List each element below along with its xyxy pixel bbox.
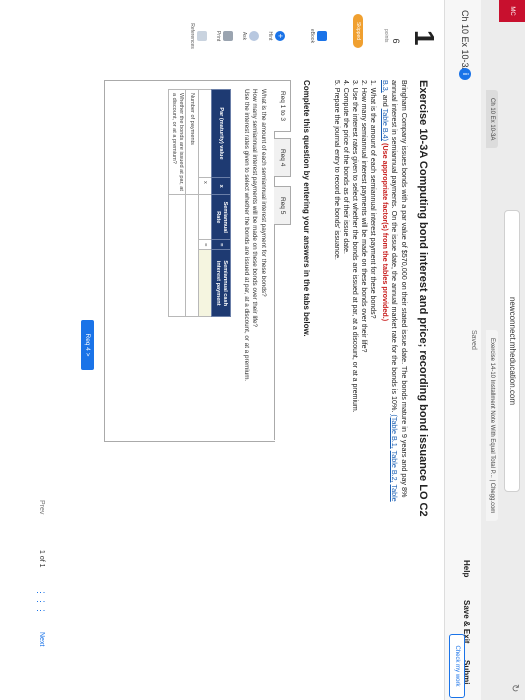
question-number: 1 — [409, 30, 440, 46]
chapter-title: Ch 10 Ex 10-3A — [460, 10, 470, 74]
tab-req-5[interactable]: Req 5 — [274, 186, 291, 226]
ask-label: Ask — [241, 31, 247, 41]
issue-type-label: Whether the bonds are issued at par, at … — [168, 89, 186, 195]
ask-button[interactable]: Ask — [241, 22, 259, 50]
browser-tab-active[interactable]: Ch 10 Ex 10-3A — [486, 90, 498, 149]
panel-question: Use the interest rates given to select w… — [243, 89, 250, 382]
hint-icon: + — [275, 31, 285, 41]
saved-status: Saved — [470, 330, 477, 350]
tab-panel: What is the amount of each semiannual in… — [104, 80, 275, 442]
header-operator: x — [211, 177, 231, 195]
equals-cell: = — [198, 239, 212, 250]
browser-tabs: Ch 10 Ex 10-3A Exercise 14-10 Installmen… — [483, 0, 501, 700]
answer-table: Par (maturity) value x Semiannual Rate =… — [168, 89, 231, 317]
skipped-badge: Skipped — [353, 14, 363, 48]
screenshot-stage: newconnect.mheducation.com ↻ Ch 10 Ex 10… — [0, 0, 525, 700]
question-item: 3. Use the interest rates given to selec… — [351, 80, 358, 413]
page-of: of — [38, 555, 45, 562]
next-button[interactable]: Next — [38, 632, 45, 646]
number-of-payments-input[interactable] — [185, 194, 199, 317]
reload-icon[interactable]: ↻ — [509, 684, 520, 694]
factors-note: (Use appropriate factor(s) from the tabl… — [381, 143, 390, 322]
header-equals: = — [211, 239, 231, 250]
page-current: 1 — [38, 550, 45, 554]
points-label: points — [383, 29, 389, 43]
cash-interest-input[interactable] — [198, 249, 212, 317]
question-list: 1. What is the amount of each semiannual… — [332, 80, 377, 560]
print-label: Print — [215, 30, 221, 42]
browser-chrome: newconnect.mheducation.com ↻ Ch 10 Ex 10… — [480, 0, 525, 700]
question-item: 1. What is the amount of each semiannual… — [369, 80, 376, 319]
question-item: 4. Compute the price of the bonds as of … — [342, 80, 349, 254]
chat-icon — [249, 31, 259, 41]
table-header-row: Par (maturity) value x Semiannual Rate =… — [211, 89, 231, 317]
table-row: Number of payments — [185, 89, 199, 317]
brand-logo: MC — [499, 0, 525, 22]
next-req-button[interactable]: Req 4 > — [81, 320, 94, 370]
number-of-payments-label: Number of payments — [185, 89, 199, 195]
table-b4-link[interactable]: Table B.4) — [381, 109, 390, 141]
page-indicator: 1 of 1 — [38, 550, 45, 568]
book-icon — [317, 31, 327, 41]
and-text: and — [381, 94, 390, 107]
table-b1-link[interactable]: (Table B.1, — [391, 414, 400, 448]
panel-question: How many semiannual interest payments wi… — [251, 89, 259, 328]
printer-icon — [223, 31, 233, 41]
hint-button[interactable]: + Hint — [267, 22, 285, 50]
panel-questions: What is the amount of each semiannual in… — [242, 89, 267, 429]
operator-cell: x — [198, 177, 212, 195]
rotated-page: newconnect.mheducation.com ↻ Ch 10 Ex 10… — [0, 0, 525, 700]
semiannual-rate-input[interactable] — [198, 194, 212, 240]
exercise-header: Ch 10 Ex 10-3A i Saved Help Save & Exit … — [444, 0, 481, 700]
tab-req-4[interactable]: Req 4 — [274, 138, 291, 178]
header-semiannual-rate: Semiannual Rate — [211, 194, 231, 240]
print-button[interactable]: Print — [215, 22, 233, 50]
exercise-intro: Bringham Company issues bonds with a par… — [381, 80, 409, 510]
panel-question: What is the amount of each semiannual in… — [260, 89, 267, 297]
hint-label: Hint — [267, 31, 273, 41]
ebook-label: eBook — [309, 28, 315, 44]
prev-button[interactable]: Prev — [38, 500, 45, 514]
table-row: Whether the bonds are issued at par, at … — [168, 89, 186, 317]
exercise-title: Exercise 10-3A Computing bond interest a… — [417, 80, 429, 517]
header-cash-interest: Semiannual cash interest payment — [211, 249, 231, 317]
par-value-input[interactable] — [198, 89, 212, 178]
complete-prompt: Complete this question by entering your … — [302, 80, 311, 337]
check-my-work-button[interactable]: Check my work — [449, 634, 465, 698]
browser-tab-other[interactable]: Exercise 14-10 Installment Note With Equ… — [486, 330, 498, 522]
table-row: x = — [198, 89, 212, 317]
tab-req-1-to-3[interactable]: Req 1 to 3 — [274, 80, 291, 132]
references-label: References — [189, 23, 195, 49]
page-total: 1 — [38, 563, 45, 568]
header-par-value: Par (maturity) value — [211, 89, 231, 178]
references-button[interactable]: References — [189, 22, 207, 50]
help-button[interactable]: Help — [462, 560, 471, 577]
references-icon — [197, 31, 207, 41]
address-bar[interactable]: newconnect.mheducation.com — [504, 210, 520, 492]
question-item: 2. How many semiannual interest payments… — [360, 80, 367, 353]
ebook-button[interactable]: eBook — [309, 22, 327, 50]
grid-icon[interactable]: ⋮⋮⋮ — [36, 588, 46, 615]
points-value: 6 — [391, 38, 401, 44]
table-b2-link[interactable]: Table B.2, — [391, 451, 400, 483]
question-item: 5. Prepare the journal entry to record t… — [333, 80, 340, 260]
issue-type-select[interactable] — [168, 194, 186, 317]
info-icon[interactable]: i — [459, 68, 471, 80]
requirement-tabs: Req 1 to 3 Req 4 Req 5 — [274, 80, 291, 440]
